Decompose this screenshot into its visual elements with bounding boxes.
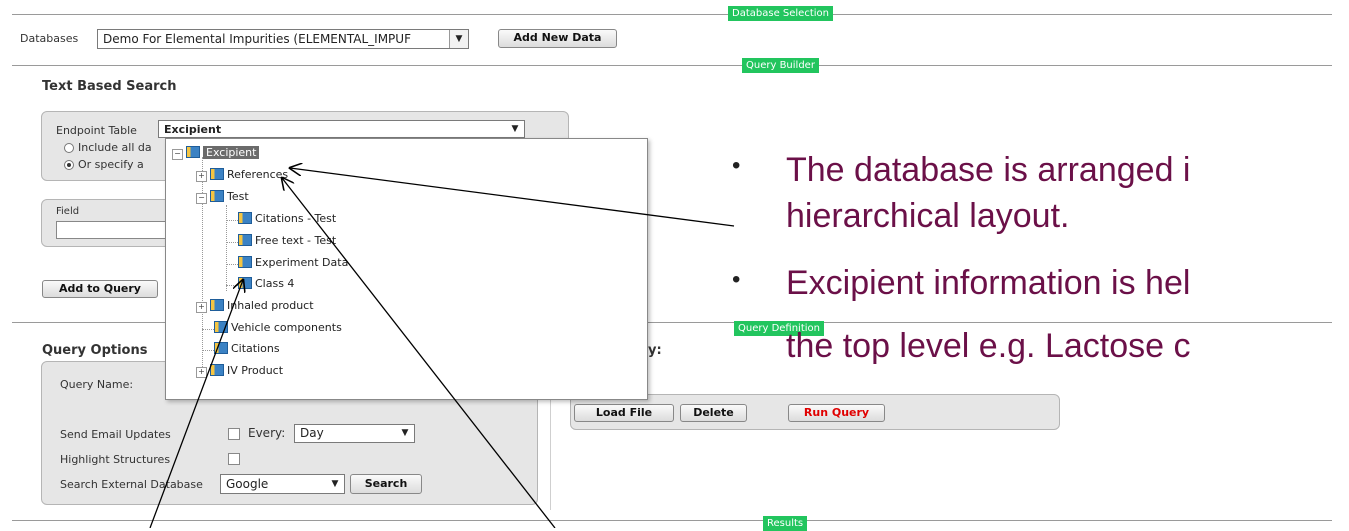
arrow-to-root <box>290 168 735 227</box>
annotation-arrows <box>149 0 735 528</box>
arrow-to-class-4 <box>149 280 243 528</box>
arrow-to-references <box>282 178 556 528</box>
